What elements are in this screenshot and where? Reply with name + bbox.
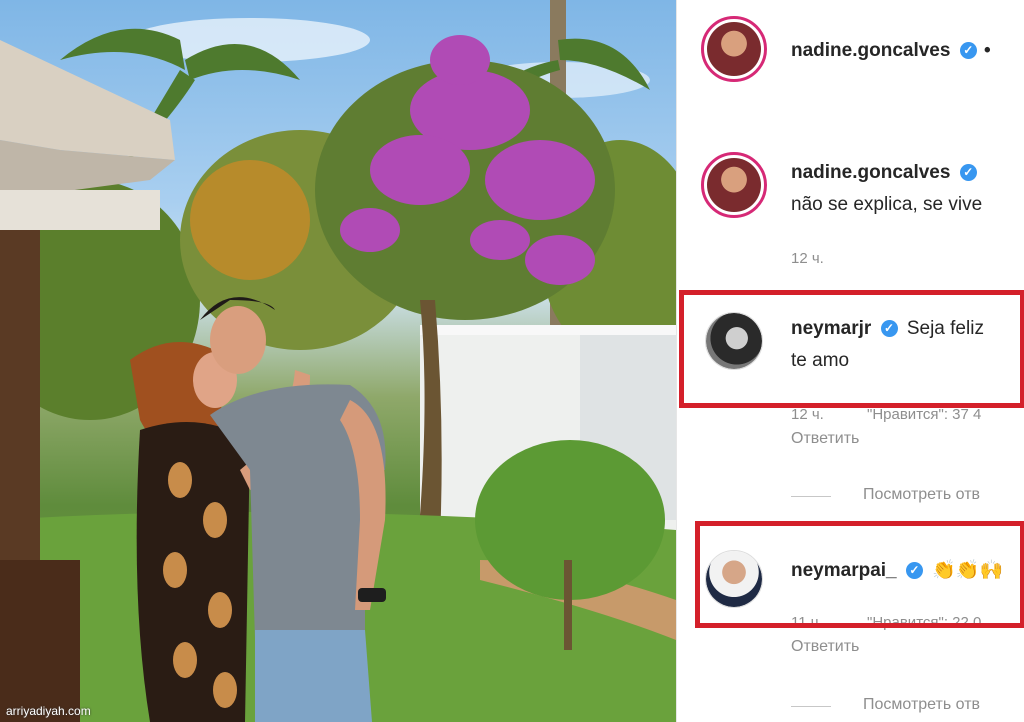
comment-time[interactable]: 12 ч. xyxy=(791,406,824,423)
comment-username[interactable]: nadine.goncalves ✓ xyxy=(791,162,977,184)
post-header: nadine.goncalves ✓ • xyxy=(677,0,1024,110)
replies-divider xyxy=(791,496,831,497)
reply-button[interactable]: Ответить xyxy=(791,638,859,656)
verified-badge-icon: ✓ xyxy=(959,42,977,59)
view-replies-link[interactable]: Посмотреть отв xyxy=(863,486,980,504)
garden-scene-illustration xyxy=(0,0,676,722)
comment-time[interactable]: 12 ч. xyxy=(791,250,824,267)
highlight-box-neymarpai xyxy=(695,521,1024,628)
header-separator-dot: • xyxy=(984,40,991,61)
view-replies-link[interactable]: Посмотреть отв xyxy=(863,696,980,714)
replies-divider xyxy=(791,706,831,707)
verified-badge-icon: ✓ xyxy=(959,164,977,181)
author-avatar[interactable] xyxy=(701,16,767,82)
highlight-box-neymarjr xyxy=(679,290,1024,408)
commenter-avatar[interactable] xyxy=(701,152,767,218)
author-username[interactable]: nadine.goncalves ✓ • xyxy=(791,40,991,62)
post-photo: arriyadiyah.com xyxy=(0,0,676,722)
comment-text: não se explica, se vive xyxy=(791,194,983,215)
comment-item: nadine.goncalves ✓ não se explica, se vi… xyxy=(677,140,1024,280)
reply-button[interactable]: Ответить xyxy=(791,430,859,448)
watermark-text: arriyadiyah.com xyxy=(6,704,91,718)
comment-username-text[interactable]: nadine.goncalves xyxy=(791,162,950,183)
comment-likes[interactable]: "Нравится": 37 4 xyxy=(867,406,981,423)
comments-panel: nadine.goncalves ✓ • nadine.goncalves ✓ … xyxy=(676,0,1024,722)
author-username-text[interactable]: nadine.goncalves xyxy=(791,40,950,61)
